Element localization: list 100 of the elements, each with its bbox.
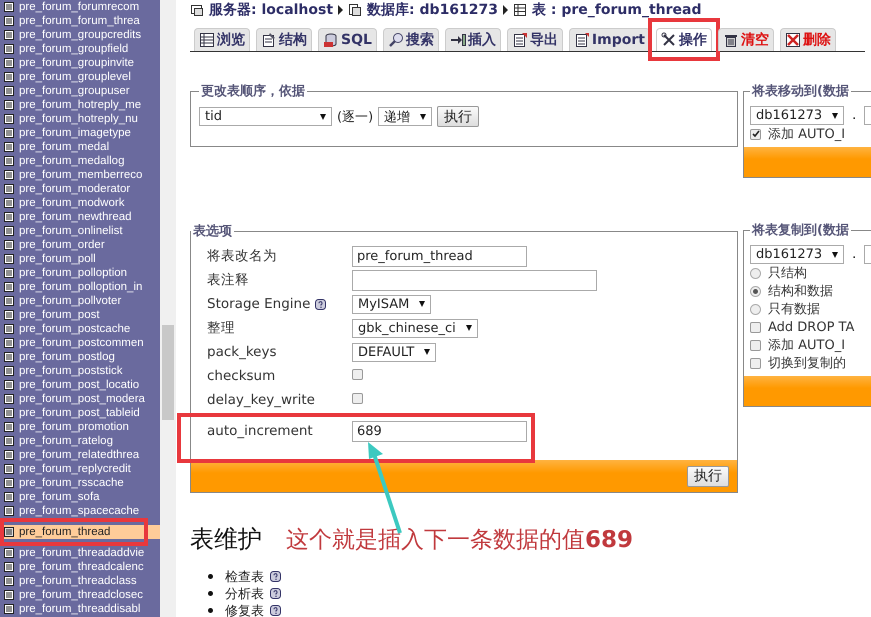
- text-field[interactable]: 689: [352, 420, 527, 442]
- help-icon[interactable]: [315, 298, 326, 310]
- sidebar-item[interactable]: pre_forum_poll: [0, 252, 160, 266]
- maintenance-link[interactable]: 修复表: [225, 602, 264, 617]
- maintenance-link[interactable]: 分析表: [225, 584, 264, 602]
- sidebar-item[interactable]: pre_forum_postcommen: [0, 336, 160, 350]
- table-icon: [4, 240, 14, 250]
- sidebar-item[interactable]: pre_forum_relatedthrea: [0, 448, 160, 462]
- database-icon: [323, 32, 339, 48]
- sidebar-item[interactable]: pre_forum_promotion: [0, 420, 160, 434]
- sidebar-item[interactable]: pre_forum_pollvoter: [0, 294, 160, 308]
- table-icon: [4, 142, 14, 152]
- tab[interactable]: 插入: [444, 28, 501, 51]
- checkbox[interactable]: [750, 358, 761, 368]
- sidebar-item[interactable]: pre_forum_memberreco: [0, 168, 160, 182]
- sidebar-item[interactable]: pre_forum_modwork: [0, 196, 160, 210]
- panel-title: 将表复制到(数据: [750, 222, 850, 239]
- sidebar-item[interactable]: pre_forum_spacecache: [0, 504, 160, 518]
- database-select[interactable]: db161273: [750, 245, 844, 264]
- sidebar-item[interactable]: pre_forum_groupuser: [0, 84, 160, 98]
- select-field[interactable]: gbk_chinese_ci: [352, 318, 478, 338]
- sidebar-item[interactable]: pre_forum_polloption: [0, 266, 160, 280]
- checkbox[interactable]: [750, 322, 761, 332]
- sidebar-item[interactable]: pre_forum_newthread: [0, 210, 160, 224]
- scrollbar[interactable]: [160, 0, 176, 617]
- text-field[interactable]: pre_forum_thread: [352, 246, 527, 266]
- sidebar-item[interactable]: pre_forum_sofa: [0, 490, 160, 504]
- sidebar-item[interactable]: pre_forum_threadclass: [0, 574, 160, 588]
- tab[interactable]: Import: [568, 28, 650, 51]
- help-icon[interactable]: [270, 588, 281, 599]
- sidebar-item[interactable]: pre_forum_hotreply_nu: [0, 112, 160, 126]
- sidebar-item[interactable]: pre_forum_groupinvite: [0, 56, 160, 70]
- bullet: [208, 591, 213, 596]
- radio-button[interactable]: [750, 304, 761, 314]
- sidebar-item[interactable]: pre_forum_medal: [0, 140, 160, 154]
- sidebar-item[interactable]: pre_forum_poststick: [0, 364, 160, 378]
- sidebar-item[interactable]: pre_forum_threadaddvie: [0, 546, 160, 560]
- table-icon: [4, 184, 14, 194]
- tab[interactable]: 清空: [718, 28, 774, 51]
- sidebar-item[interactable]: pre_forum_postlog: [0, 350, 160, 364]
- section-title: 表选项: [192, 223, 233, 240]
- tab[interactable]: 操作: [656, 28, 712, 51]
- sidebar-item[interactable]: pre_forum_forum_threa: [0, 14, 160, 28]
- sidebar-item[interactable]: pre_forum_ratelog: [0, 434, 160, 448]
- sidebar-item[interactable]: pre_forum_hotreply_me: [0, 98, 160, 112]
- column-select[interactable]: tid: [199, 107, 332, 126]
- section-title: 更改表顺序，依据: [200, 82, 306, 100]
- tab[interactable]: 导出: [506, 28, 563, 51]
- sidebar-item[interactable]: pre_forum_postcache: [0, 322, 160, 336]
- help-icon[interactable]: [270, 605, 281, 616]
- sidebar-item[interactable]: pre_forum_post_tableid: [0, 406, 160, 420]
- execute-button[interactable]: 执行: [437, 106, 480, 127]
- tab[interactable]: 删除: [780, 28, 836, 51]
- sidebar-item[interactable]: pre_forum_moderator: [0, 182, 160, 196]
- sidebar-item[interactable]: pre_forum_threaddisabl: [0, 602, 160, 616]
- tab[interactable]: 结构: [256, 28, 312, 51]
- sidebar-item[interactable]: pre_forum_threadclosec: [0, 588, 160, 602]
- sidebar-item[interactable]: pre_forum_polloption_in: [0, 280, 160, 294]
- help-icon[interactable]: [270, 571, 281, 582]
- sidebar-item[interactable]: pre_forum_medallog: [0, 154, 160, 168]
- breadcrumb-link[interactable]: 数据库: db161273: [367, 1, 498, 19]
- table-icon: [4, 58, 14, 68]
- sidebar-item[interactable]: pre_forum_post_modera: [0, 392, 160, 406]
- tab[interactable]: SQL: [318, 28, 377, 51]
- sidebar-item[interactable]: pre_forum_imagetype: [0, 126, 160, 140]
- radio-button[interactable]: [750, 268, 761, 278]
- separator: .: [852, 247, 856, 262]
- execute-button[interactable]: 执行: [687, 466, 729, 486]
- sidebar-item[interactable]: pre_forum_onlinelist: [0, 224, 160, 238]
- tools-icon: [660, 32, 677, 48]
- sidebar-item[interactable]: pre_forum_order: [0, 238, 160, 252]
- sidebar-item[interactable]: pre_forum_post: [0, 308, 160, 322]
- select-field[interactable]: DEFAULT: [352, 342, 436, 362]
- sidebar-item[interactable]: pre_forum_forumrecom: [0, 0, 160, 14]
- sidebar-item[interactable]: pre_forum_groupcredits: [0, 28, 160, 42]
- option-label: 切换到复制的: [768, 355, 846, 372]
- tab[interactable]: 浏览: [194, 28, 250, 51]
- option-label: auto_increment: [207, 423, 313, 439]
- sidebar-item[interactable]: pre_forum_rsscache: [0, 476, 160, 490]
- option-label: 只有数据: [768, 301, 820, 318]
- direction-select[interactable]: 递增: [378, 107, 432, 126]
- sidebar-item[interactable]: pre_forum_groupfield: [0, 42, 160, 56]
- comment-field[interactable]: [352, 270, 597, 290]
- sidebar-item[interactable]: pre_forum_replycredit: [0, 462, 160, 476]
- checkbox[interactable]: [352, 369, 363, 380]
- checkbox[interactable]: [750, 340, 761, 350]
- table-icon: [4, 436, 14, 446]
- sidebar-item[interactable]: pre_forum_post_locatio: [0, 378, 160, 392]
- sidebar-item[interactable]: pre_forum_grouplevel: [0, 70, 160, 84]
- database-select[interactable]: db161273: [750, 106, 844, 125]
- sidebar-item[interactable]: pre_forum_threadcalenc: [0, 560, 160, 574]
- checkbox[interactable]: [352, 393, 363, 404]
- tab[interactable]: 搜索: [382, 28, 439, 51]
- breadcrumb-link[interactable]: 表 : pre_forum_thread: [532, 1, 702, 19]
- select-field[interactable]: MyISAM: [352, 294, 432, 314]
- table-icon: [4, 44, 14, 54]
- radio-button[interactable]: [750, 286, 761, 296]
- breadcrumb-link[interactable]: 服务器: localhost: [209, 1, 334, 19]
- checkbox[interactable]: [750, 128, 761, 140]
- maintenance-link[interactable]: 检查表: [225, 568, 264, 586]
